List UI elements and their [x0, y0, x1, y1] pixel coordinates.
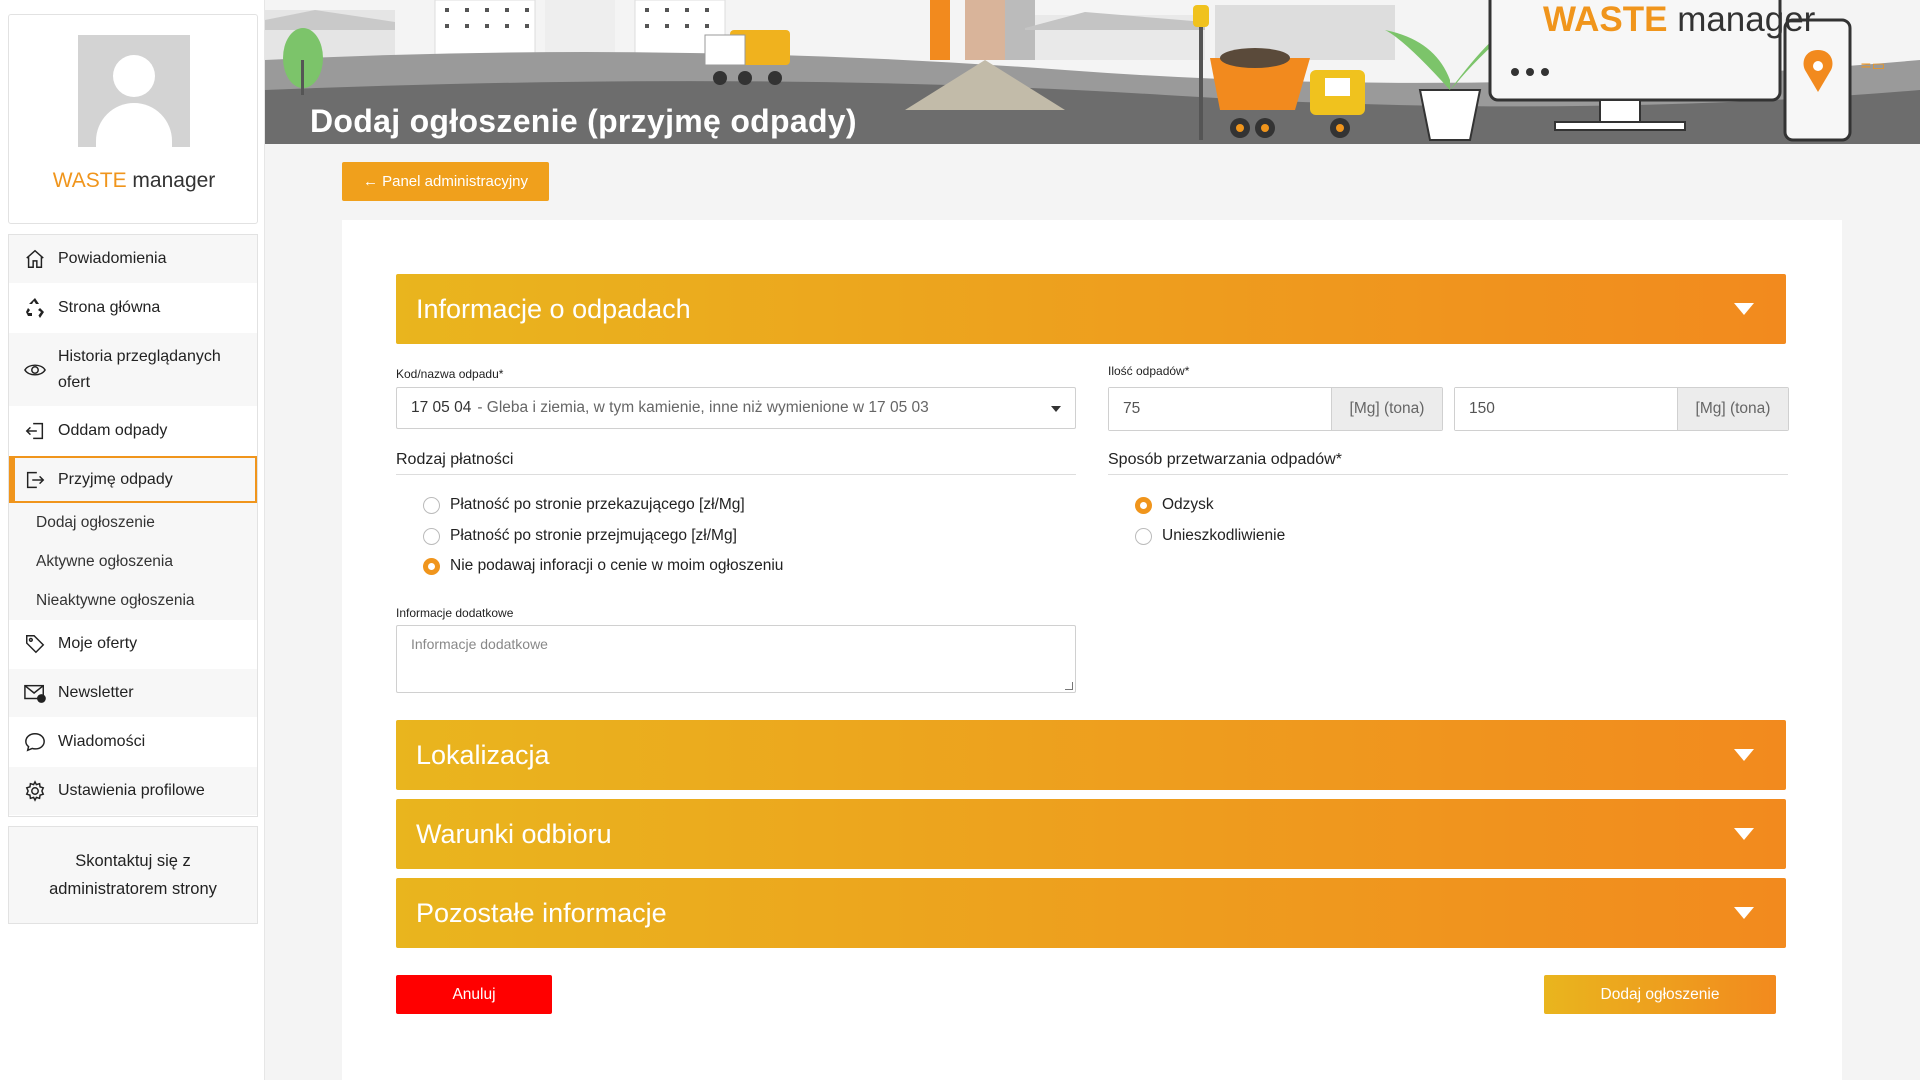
section-warunki-odbioru[interactable]: Warunki odbioru [396, 799, 1786, 869]
dropdown-arrow-icon [1051, 406, 1061, 412]
processing-option-odzysk[interactable]: Odzysk [1135, 496, 1214, 514]
sidebar-item-moje-oferty[interactable]: Moje oferty [9, 620, 257, 669]
processing-option-unieszkodliwienie[interactable]: Unieszkodliwienie [1135, 527, 1285, 545]
sidebar-item-label: Oddam odpady [58, 422, 168, 439]
sidebar-item-label: Newsletter [58, 684, 134, 701]
waste-code-label: Kod/nazwa odpadu* [396, 367, 504, 381]
sidebar-item-label: Powiadomienia [58, 250, 167, 267]
add-listing-button[interactable]: Dodaj ogłoszenie [1544, 975, 1776, 1014]
sidebar-menu: Powiadomienia Strona główna Historia prz… [8, 234, 258, 817]
extra-info-placeholder: Informacje dodatkowe [411, 636, 548, 652]
sidebar-submenu: Dodaj ogłoszenie Aktywne ogłoszenia Niea… [9, 503, 257, 620]
extra-info-textarea[interactable]: Informacje dodatkowe [396, 625, 1076, 693]
contact-admin-link[interactable]: Skontaktuj się z administratorem strony [8, 826, 258, 924]
sidebar-item-oddam[interactable]: Oddam odpady [9, 407, 257, 456]
sidebar-item-label: Moje oferty [58, 635, 138, 652]
quantity-min-input[interactable]: 75 [1109, 388, 1331, 430]
quantity-max-group: 150 [Mg] (tona) [1454, 387, 1789, 431]
sidebar-item-label: Strona główna [58, 299, 161, 316]
caret-down-icon [1734, 749, 1754, 761]
radio-label: Odzysk [1162, 496, 1214, 513]
section-title: Lokalizacja [416, 739, 550, 770]
sidebar-item-label: Historia przeglądanych ofert [58, 347, 221, 391]
section-lokalizacja[interactable]: Lokalizacja [396, 720, 1786, 790]
chat-icon [22, 729, 48, 755]
extra-info-label: Informacje dodatkowe [396, 606, 514, 620]
waste-code-select[interactable]: 17 05 04 - Gleba i ziemia, w tym kamieni… [396, 387, 1076, 429]
quantity-label: Ilość odpadów* [1108, 364, 1190, 378]
waste-code-value: 17 05 04 [411, 399, 472, 416]
submenu-nieaktywne-ogloszenia[interactable]: Nieaktywne ogłoszenia [9, 581, 257, 620]
caret-down-icon [1734, 907, 1754, 919]
caret-down-icon [1734, 828, 1754, 840]
section-title: Informacje o odpadach [416, 293, 691, 324]
sidebar-item-przyjme[interactable]: Przyjmę odpady [9, 456, 257, 503]
sidebar-item-label: Wiadomości [58, 733, 146, 750]
svg-text:=▭: =▭ [1860, 58, 1885, 74]
resize-handle-icon[interactable] [1065, 682, 1073, 690]
recycle-icon [22, 295, 48, 321]
page-title: Dodaj ogłoszenie (przyjmę odpady) [310, 103, 857, 139]
radio-checked-icon [423, 557, 440, 575]
sidebar-item-historia[interactable]: Historia przeglądanych ofert [9, 333, 257, 407]
payment-option-przekazujacy[interactable]: Płatność po stronie przekazującego [zł/M… [423, 496, 745, 514]
payment-option-przejmujacy[interactable]: Płatność po stronie przejmującego [zł/Mg… [423, 527, 737, 545]
profile-card: WASTE manager [8, 14, 258, 224]
sidebar: WASTE manager Powiadomienia Strona główn… [0, 0, 265, 1080]
home-icon [22, 246, 48, 272]
log-out-icon [22, 467, 48, 493]
payment-label: Rodzaj płatności [396, 451, 514, 468]
payment-divider [396, 474, 1076, 475]
waste-name-value: - Gleba i ziemia, w tym kamienie, inne n… [477, 399, 929, 416]
radio-unchecked-icon [423, 496, 440, 514]
section-title: Pozostałe informacje [416, 897, 667, 928]
sidebar-item-wiadomosci[interactable]: Wiadomości [9, 718, 257, 767]
tag-icon [22, 631, 48, 657]
sidebar-item-powiadomienia[interactable]: Powiadomienia [9, 235, 257, 284]
processing-label: Sposób przetwarzania odpadów* [1108, 451, 1342, 468]
quantity-min-group: 75 [Mg] (tona) [1108, 387, 1443, 431]
sidebar-brand: WASTE manager [9, 169, 259, 193]
banner-brand-waste: WASTE [1543, 0, 1668, 39]
sidebar-item-label: Ustawienia profilowe [58, 782, 205, 799]
quantity-max-input[interactable]: 150 [1455, 388, 1677, 430]
contact-admin-text: Skontaktuj się z administratorem strony [49, 852, 217, 898]
payment-option-brak-ceny[interactable]: Nie podawaj inforacji o cenie w moim ogł… [423, 557, 783, 575]
radio-unchecked-icon [1135, 527, 1152, 545]
caret-down-icon [1734, 303, 1754, 315]
banner-brand: WASTE manager [1543, 0, 1815, 40]
radio-label: Nie podawaj inforacji o cenie w moim ogł… [450, 557, 784, 574]
section-pozostale-informacje[interactable]: Pozostałe informacje [396, 878, 1786, 948]
processing-divider [1108, 474, 1788, 475]
sidebar-item-strona-glowna[interactable]: Strona główna [9, 284, 257, 333]
eye-icon [22, 357, 48, 383]
form-card: Informacje o odpadach Kod/nazwa odpadu* … [342, 220, 1842, 1080]
sidebar-item-label: Przyjmę odpady [58, 470, 173, 488]
radio-unchecked-icon [423, 527, 440, 545]
section-title: Warunki odbioru [416, 818, 612, 849]
radio-checked-icon [1135, 496, 1152, 514]
gear-icon [22, 778, 48, 804]
submenu-dodaj-ogloszenie[interactable]: Dodaj ogłoszenie [9, 503, 257, 542]
log-in-icon [22, 418, 48, 444]
radio-label: Płatność po stronie przejmującego [zł/Mg… [450, 527, 737, 544]
brand-manager: manager [132, 169, 216, 192]
radio-label: Płatność po stronie przekazującego [zł/M… [450, 496, 745, 513]
cancel-button[interactable]: Anuluj [396, 975, 552, 1014]
submenu-aktywne-ogloszenia[interactable]: Aktywne ogłoszenia [9, 542, 257, 581]
quantity-min-unit: [Mg] (tona) [1331, 388, 1442, 430]
sidebar-item-newsletter[interactable]: Newsletter [9, 669, 257, 718]
header-banner: =▭ WASTE manager Dodaj ogłoszenie (przyj… [265, 0, 1920, 144]
banner-brand-manager: manager [1677, 0, 1816, 39]
brand-waste: WASTE [52, 169, 127, 192]
radio-label: Unieszkodliwienie [1162, 527, 1286, 544]
section-informacje-o-odpadach[interactable]: Informacje o odpadach [396, 274, 1786, 344]
avatar[interactable] [78, 35, 190, 147]
back-to-admin-panel-button[interactable]: ← Panel administracyjny [342, 162, 549, 201]
sidebar-item-ustawienia[interactable]: Ustawienia profilowe [9, 767, 257, 816]
mail-icon [22, 680, 48, 706]
quantity-max-unit: [Mg] (tona) [1677, 388, 1788, 430]
